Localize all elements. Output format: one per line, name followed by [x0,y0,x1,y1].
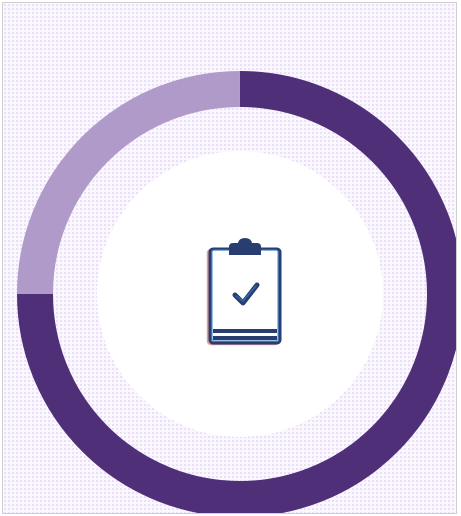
clipboard-check-icon [205,237,285,347]
progress-card [2,2,457,514]
